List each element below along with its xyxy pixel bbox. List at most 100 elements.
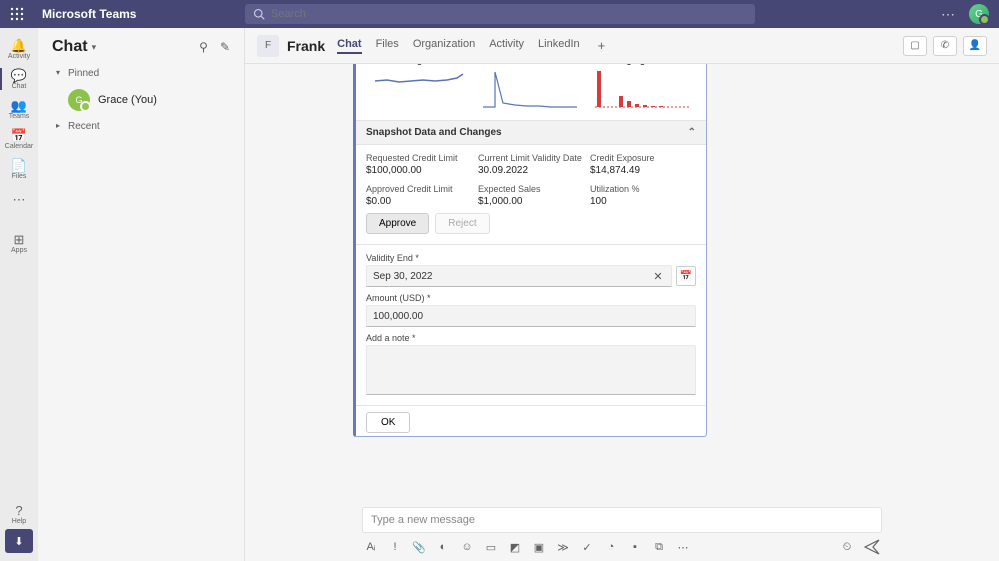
clear-icon[interactable]: ✕	[651, 269, 665, 283]
more-compose-icon[interactable]: ⋯	[676, 541, 690, 554]
amount-input[interactable]	[373, 311, 689, 322]
chevron-down-icon[interactable]: ▾	[92, 42, 97, 53]
snapshot-section-header[interactable]: Snapshot Data and Changes ⌃	[356, 120, 706, 145]
attach-icon[interactable]: 📎	[412, 541, 426, 554]
label-amount: Amount (USD) *	[366, 293, 696, 303]
adaptive-card: Scoring Trend Credit Limit Trend	[353, 64, 707, 437]
chevron-up-icon: ⌃	[688, 127, 696, 138]
label-utilization: Utilization %	[590, 184, 696, 194]
rail-chat[interactable]: 💬 Chat	[0, 64, 38, 94]
rail-teams[interactable]: 👥 Teams	[0, 94, 38, 124]
loop-icon[interactable]: ◐	[436, 541, 450, 553]
rail-label-files: Files	[12, 173, 27, 180]
chat-item-name: Grace (You)	[98, 94, 157, 106]
tab-files[interactable]: Files	[376, 38, 399, 54]
sticker-icon[interactable]: ◩	[508, 541, 522, 554]
audio-call-button[interactable]: ✆	[933, 36, 957, 56]
rail-apps[interactable]: ⊞ Apps	[0, 228, 38, 258]
value-validity-date: 30.09.2022	[478, 165, 584, 176]
chat-item-grace[interactable]: G Grace (You)	[38, 83, 244, 117]
tab-organization[interactable]: Organization	[413, 38, 475, 54]
teams-icon: 👥	[11, 99, 27, 112]
rail-label-chat: Chat	[12, 83, 27, 90]
validity-end-input[interactable]	[373, 271, 651, 282]
ok-button[interactable]: OK	[366, 412, 410, 433]
viva-icon[interactable]: ◔	[604, 541, 618, 553]
value-expected-sales: $1,000.00	[478, 196, 584, 207]
chat-icon: 💬	[11, 69, 27, 82]
label-credit-exposure: Credit Exposure	[590, 153, 696, 163]
schedule-send-icon[interactable]: ⏲	[840, 541, 854, 554]
meet-icon[interactable]: ▣	[532, 541, 546, 554]
amount-field[interactable]	[366, 305, 696, 327]
apps-icon: ⊞	[14, 233, 25, 246]
tab-activity[interactable]: Activity	[489, 38, 524, 54]
calendar-icon: 📅	[680, 271, 692, 282]
help-icon: ?	[15, 504, 22, 517]
credit-limit-trend-chart	[478, 67, 584, 111]
app-icon[interactable]: ▪	[628, 541, 642, 553]
label-validity-end: Validity End *	[366, 253, 696, 263]
search-icon	[253, 8, 265, 20]
priority-icon[interactable]: !	[388, 541, 402, 553]
send-button[interactable]	[864, 539, 880, 555]
rail-label-apps: Apps	[11, 247, 27, 254]
filter-icon[interactable]: ⚲	[199, 40, 208, 54]
download-icon: ⬇	[14, 535, 23, 548]
conversation-panel: F Frank Chat Files Organization Activity…	[245, 28, 999, 561]
rail-help[interactable]: ? Help	[0, 499, 38, 529]
search-box[interactable]	[245, 4, 755, 24]
stream-icon[interactable]: ≫	[556, 541, 570, 554]
rail-label-calendar: Calendar	[5, 143, 33, 150]
chat-list-title: Chat	[52, 38, 88, 56]
gif-icon[interactable]: ▭	[484, 541, 498, 554]
compose-placeholder: Type a new message	[371, 514, 475, 526]
search-input[interactable]	[271, 8, 747, 20]
chat-header: F Frank Chat Files Organization Activity…	[245, 28, 999, 64]
compose-input[interactable]: Type a new message	[362, 507, 882, 533]
rail-more[interactable]: ⋯	[0, 184, 38, 214]
note-field[interactable]	[366, 345, 696, 395]
approve-button[interactable]: Approve	[366, 213, 429, 234]
more-icon: ⋯	[13, 193, 26, 206]
reject-button[interactable]: Reject	[435, 213, 489, 234]
copy-icon[interactable]: ⧉	[652, 541, 666, 554]
label-approved-credit: Approved Credit Limit	[366, 184, 472, 194]
app-rail: 🔔 Activity 💬 Chat 👥 Teams 📅 Calendar 📄 F…	[0, 28, 38, 561]
video-icon: ▢	[910, 40, 919, 51]
title-bar: Microsoft Teams ⋯ G	[0, 0, 999, 28]
phone-icon: ✆	[941, 40, 949, 51]
value-approved-credit: $0.00	[366, 196, 472, 207]
video-call-button[interactable]: ▢	[903, 36, 927, 56]
bell-icon: 🔔	[11, 39, 27, 52]
validity-end-field[interactable]: ✕	[366, 265, 672, 287]
scoring-trend-chart	[366, 67, 472, 111]
profile-avatar[interactable]: G	[969, 4, 989, 24]
value-utilization: 100	[590, 196, 696, 207]
format-icon[interactable]: Aᵢ	[364, 541, 378, 553]
label-expected-sales: Expected Sales	[478, 184, 584, 194]
chat-avatar: F	[257, 35, 279, 57]
more-button[interactable]: ⋯	[941, 6, 955, 23]
waffle-icon[interactable]	[10, 7, 24, 21]
datepicker-button[interactable]: 📅	[676, 266, 696, 286]
add-tab-button[interactable]: +	[594, 38, 606, 54]
section-pinned[interactable]: Pinned	[38, 64, 244, 83]
label-requested-credit: Requested Credit Limit	[366, 153, 472, 163]
rail-label-activity: Activity	[8, 53, 30, 60]
section-recent[interactable]: Recent	[38, 117, 244, 136]
avatar-icon: G	[68, 89, 90, 111]
add-people-button[interactable]: 👤	[963, 36, 987, 56]
new-chat-icon[interactable]: ✎	[220, 40, 230, 54]
tab-linkedin[interactable]: LinkedIn	[538, 38, 580, 54]
emoji-icon[interactable]: ☺	[460, 541, 474, 553]
download-button[interactable]: ⬇	[5, 529, 33, 553]
tab-chat[interactable]: Chat	[337, 38, 361, 54]
value-requested-credit: $100,000.00	[366, 165, 472, 176]
rail-activity[interactable]: 🔔 Activity	[0, 34, 38, 64]
rail-files[interactable]: 📄 Files	[0, 154, 38, 184]
rail-calendar[interactable]: 📅 Calendar	[0, 124, 38, 154]
approve-mini-icon[interactable]: ✓	[580, 541, 594, 554]
chat-list-panel: Chat ▾ ⚲ ✎ Pinned G Grace (You) Recent	[38, 28, 245, 561]
rail-label-teams: Teams	[9, 113, 30, 120]
